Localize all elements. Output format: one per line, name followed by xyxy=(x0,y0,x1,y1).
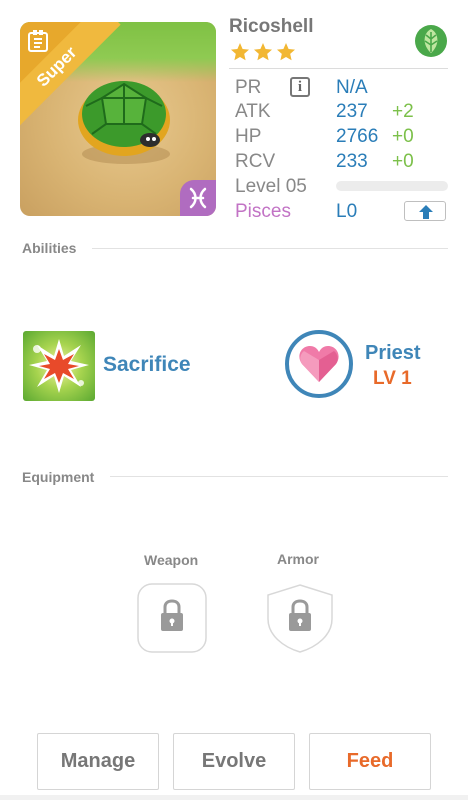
sacrifice-skill-icon[interactable] xyxy=(23,331,95,401)
star-icon xyxy=(254,43,272,61)
bottom-bar-edge xyxy=(0,795,468,800)
abilities-section-title: Abilities xyxy=(22,240,77,256)
abilities-divider xyxy=(92,248,448,249)
feed-button[interactable]: Feed xyxy=(309,733,431,790)
hp-value: 2766 xyxy=(336,126,379,147)
atk-label: ATK xyxy=(235,101,271,122)
info-icon[interactable]: i xyxy=(290,77,310,97)
pisces-icon xyxy=(189,187,207,209)
pisces-sign-badge xyxy=(180,180,216,216)
header-divider xyxy=(229,68,448,69)
exp-progress-bar xyxy=(336,181,448,191)
atk-bonus: +2 xyxy=(392,101,414,122)
class-name: Priest xyxy=(365,342,421,364)
star-icon xyxy=(231,43,249,61)
skill-name: Sacrifice xyxy=(103,353,191,376)
level-label: Level 05 xyxy=(235,176,307,197)
arrow-up-icon xyxy=(419,205,433,219)
rcv-value: 233 xyxy=(336,151,368,172)
monster-portrait[interactable]: Super xyxy=(20,22,216,216)
armor-label: Armor xyxy=(277,551,320,567)
star-rating xyxy=(230,42,296,62)
leaf-icon xyxy=(415,25,447,57)
weapon-slot[interactable] xyxy=(137,583,207,653)
armor-slot[interactable] xyxy=(265,583,335,653)
priest-class-icon[interactable] xyxy=(285,330,353,398)
evolve-button[interactable]: Evolve xyxy=(173,733,295,790)
sign-upgrade-button[interactable] xyxy=(404,201,446,221)
heart-icon xyxy=(299,346,339,382)
hp-label: HP xyxy=(235,126,262,147)
sign-level-value: L0 xyxy=(336,201,358,222)
hp-bonus: +0 xyxy=(392,126,414,147)
rcv-label: RCV xyxy=(235,151,276,172)
monster-name: Ricoshell xyxy=(229,16,314,37)
rcv-bonus: +0 xyxy=(392,151,414,172)
document-icon[interactable] xyxy=(28,30,48,52)
atk-value: 237 xyxy=(336,101,368,122)
equipment-divider xyxy=(110,476,448,477)
explosion-icon xyxy=(29,339,89,393)
class-level: LV 1 xyxy=(373,368,412,389)
pr-label: PR xyxy=(235,77,262,98)
equipment-section-title: Equipment xyxy=(22,469,95,485)
sign-label: Pisces xyxy=(235,201,291,222)
pr-value: N/A xyxy=(336,77,368,98)
star-icon xyxy=(277,43,295,61)
weapon-label: Weapon xyxy=(144,552,199,568)
manage-button[interactable]: Manage xyxy=(37,733,159,790)
